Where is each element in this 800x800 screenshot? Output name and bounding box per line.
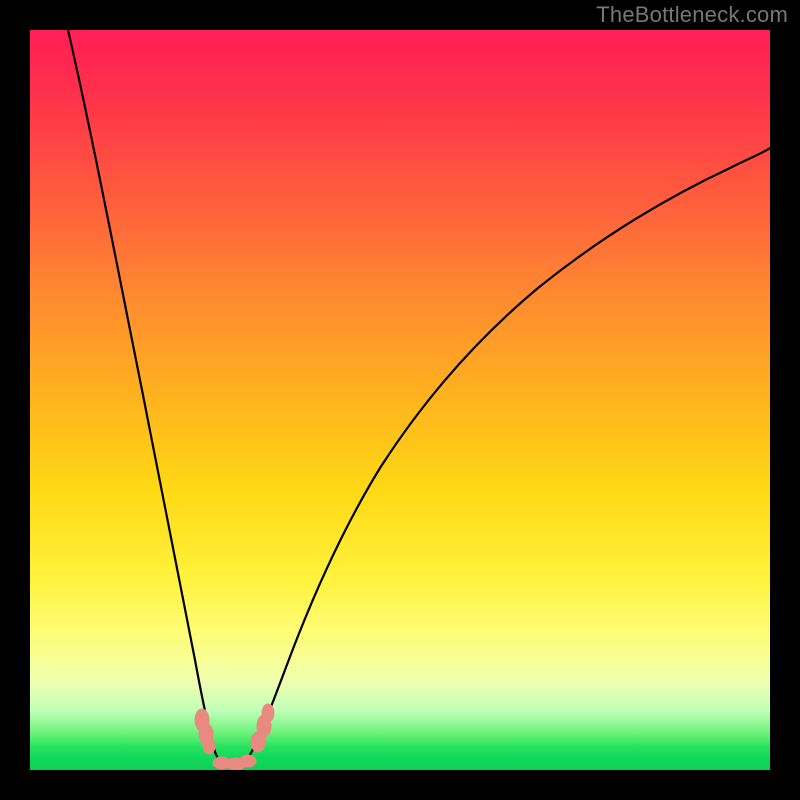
marker-bottom-cluster [213, 755, 256, 770]
marker-right-cluster [251, 704, 274, 752]
bottleneck-curve [68, 30, 770, 766]
outer-frame: TheBottleneck.com [0, 0, 800, 800]
plot-area [30, 30, 770, 770]
curve-svg [30, 30, 770, 770]
watermark-text: TheBottleneck.com [596, 2, 788, 28]
marker-left-cluster [195, 709, 215, 754]
